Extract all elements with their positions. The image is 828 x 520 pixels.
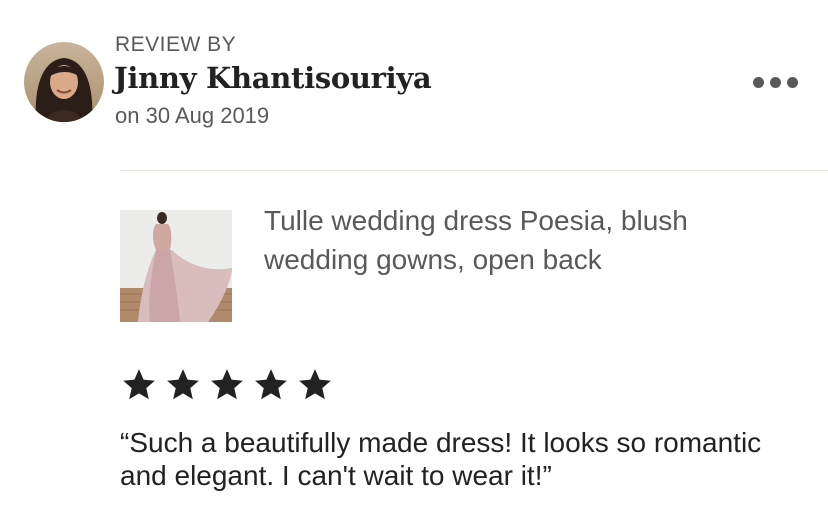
review-date: on 30 Aug 2019 xyxy=(115,103,270,128)
star-icon xyxy=(299,369,331,400)
more-options-button[interactable] xyxy=(746,68,804,96)
reviewer-name[interactable]: Jinny Khantisouriya xyxy=(114,61,432,95)
product-thumbnail[interactable] xyxy=(120,210,232,322)
review-text: “Such a beautifully made dress! It looks… xyxy=(120,427,762,491)
star-icon xyxy=(211,369,243,400)
star-icon xyxy=(255,369,287,400)
star-icon xyxy=(123,369,155,400)
more-options-icon xyxy=(769,76,781,88)
more-options-icon xyxy=(786,76,798,88)
star-icon xyxy=(167,369,199,400)
product-title-link[interactable]: Tulle wedding dress Poesia, blush weddin… xyxy=(264,201,784,279)
more-options-icon xyxy=(752,76,764,88)
divider xyxy=(120,170,828,171)
review-by-label: REVIEW BY xyxy=(115,33,237,56)
star-rating xyxy=(120,366,334,404)
reviewer-avatar[interactable] xyxy=(24,42,104,122)
